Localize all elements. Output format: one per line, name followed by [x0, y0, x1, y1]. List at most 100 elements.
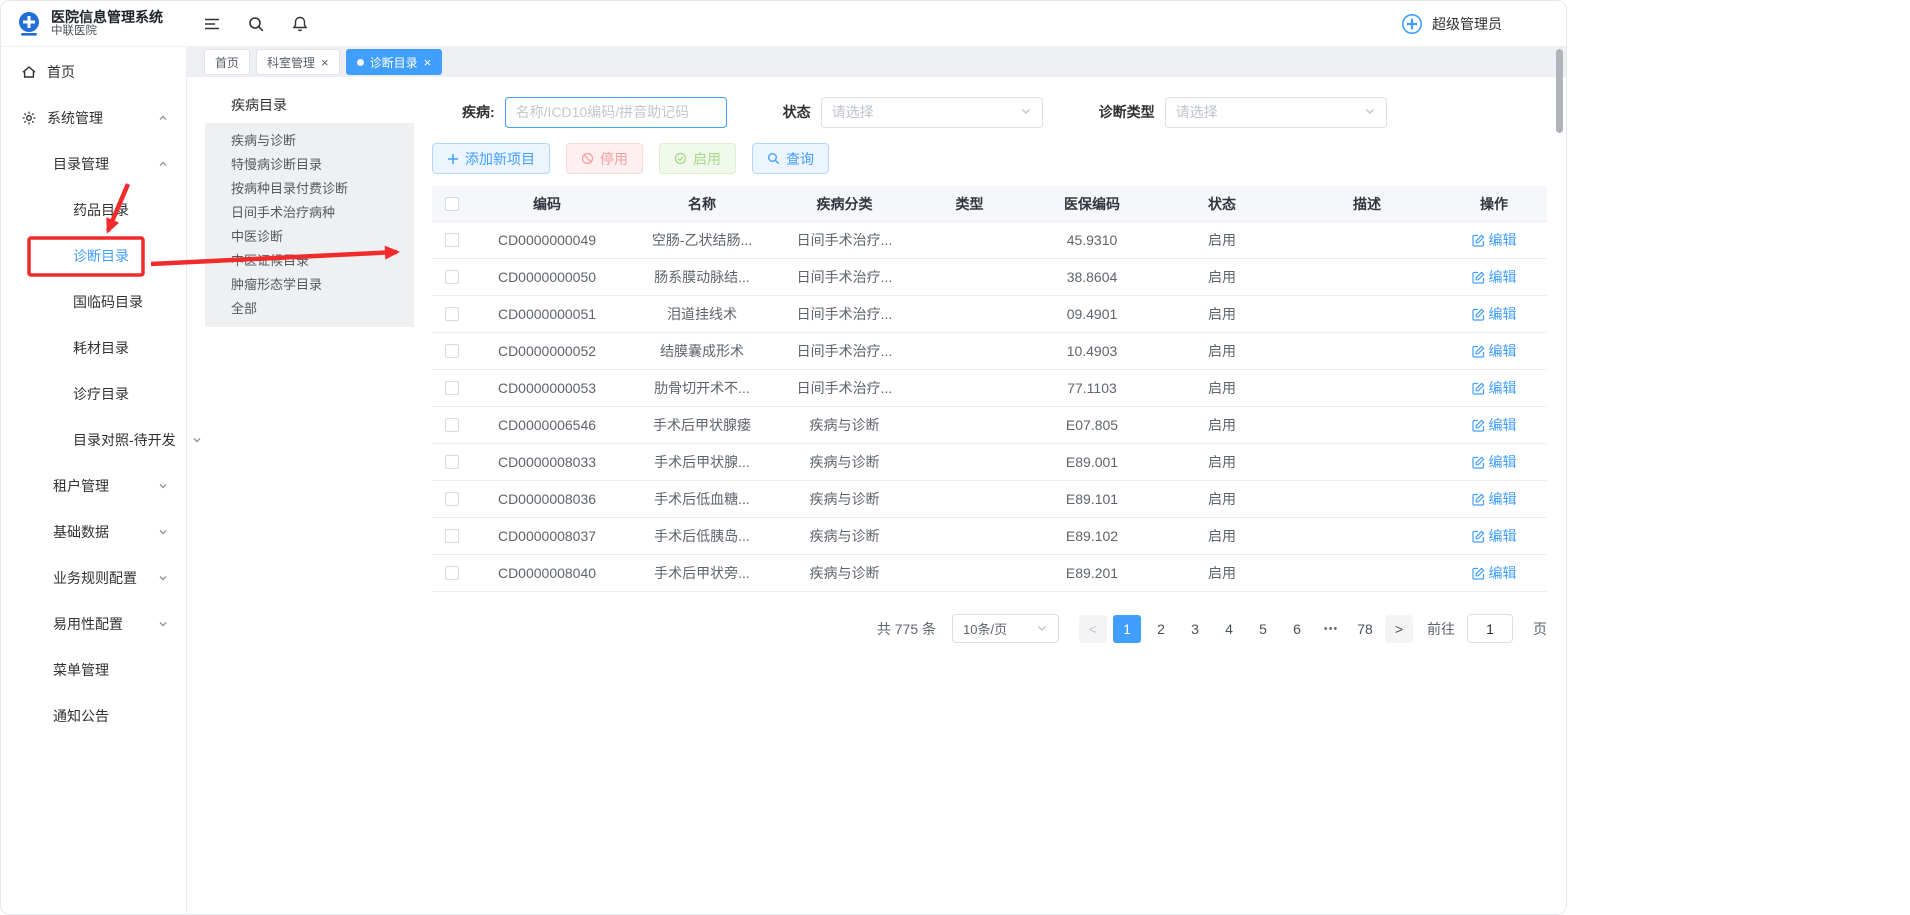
page-number-3[interactable]: 3 [1181, 615, 1209, 643]
menu-icon[interactable] [203, 15, 221, 33]
cell-status: 启用 [1152, 415, 1292, 435]
page-number-1[interactable]: 1 [1113, 615, 1141, 643]
catalog-item[interactable]: 按病种目录付费诊断 [205, 177, 414, 201]
page-number-4[interactable]: 4 [1215, 615, 1243, 643]
edit-button[interactable]: 编辑 [1472, 230, 1517, 250]
sidebar-item-drug-catalog[interactable]: 药品目录 [1, 187, 186, 233]
tab-department-management[interactable]: 科室管理 × [256, 49, 340, 75]
sidebar-item-home[interactable]: 首页 [1, 49, 186, 95]
edit-button[interactable]: 编辑 [1472, 341, 1517, 361]
edit-button[interactable]: 编辑 [1472, 378, 1517, 398]
tab-label: 科室管理 [267, 54, 315, 71]
diagnosis-type-label: 诊断类型 [1099, 102, 1155, 122]
column-header-insurance-code: 医保编码 [1032, 194, 1152, 214]
edit-button[interactable]: 编辑 [1472, 563, 1517, 583]
button-label: 启用 [693, 149, 721, 169]
sidebar-item-notifications[interactable]: 通知公告 [1, 693, 186, 739]
sidebar-item-menu-management[interactable]: 菜单管理 [1, 647, 186, 693]
ban-icon [581, 152, 594, 165]
table-row: CD0000008033 手术后甲状腺... 疾病与诊断 E89.001 启用 [432, 444, 1547, 481]
edit-button[interactable]: 编辑 [1472, 267, 1517, 287]
catalog-item[interactable]: 全部 [205, 297, 414, 321]
edit-button[interactable]: 编辑 [1472, 304, 1517, 324]
sidebar-item-consumables-catalog[interactable]: 耗材目录 [1, 325, 186, 371]
sidebar-item-catalog-management[interactable]: 目录管理 [1, 141, 186, 187]
edit-button[interactable]: 编辑 [1472, 452, 1517, 472]
row-checkbox[interactable] [445, 418, 459, 432]
sidebar-item-national-code-catalog[interactable]: 国临码目录 [1, 279, 186, 325]
sidebar-item-label: 诊疗目录 [73, 384, 129, 404]
goto-page-input[interactable] [1467, 614, 1513, 643]
sidebar-item-label: 基础数据 [53, 522, 109, 542]
cell-name: 结膜囊成形术 [622, 341, 782, 361]
query-button[interactable]: 查询 [752, 143, 829, 174]
row-checkbox[interactable] [445, 492, 459, 506]
page-number-last[interactable]: 78 [1351, 615, 1379, 643]
user-name: 超级管理员 [1432, 14, 1502, 34]
prev-page-button[interactable]: < [1079, 615, 1107, 643]
sidebar-item-business-rules[interactable]: 业务规则配置 [1, 555, 186, 601]
page-number-5[interactable]: 5 [1249, 615, 1277, 643]
sidebar-item-basic-data[interactable]: 基础数据 [1, 509, 186, 555]
button-label: 添加新项目 [465, 149, 535, 169]
total-count: 共 775 条 [877, 619, 936, 639]
row-checkbox[interactable] [445, 381, 459, 395]
disable-button[interactable]: 停用 [566, 143, 643, 174]
edit-icon [1472, 271, 1485, 284]
catalog-item[interactable]: 特慢病诊断目录 [205, 153, 414, 177]
tab-home[interactable]: 首页 [204, 49, 250, 75]
sidebar-item-system-management[interactable]: 系统管理 [1, 95, 186, 141]
page-number-2[interactable]: 2 [1147, 615, 1175, 643]
enable-button[interactable]: 启用 [659, 143, 736, 174]
select-all-checkbox[interactable] [445, 197, 459, 211]
cell-code: CD0000008036 [472, 491, 622, 507]
row-checkbox[interactable] [445, 344, 459, 358]
sidebar-item-treatment-catalog[interactable]: 诊疗目录 [1, 371, 186, 417]
row-checkbox[interactable] [445, 529, 459, 543]
tab-diagnosis-catalog[interactable]: 诊断目录 × [346, 49, 443, 75]
close-icon[interactable]: × [321, 56, 329, 69]
vertical-scrollbar[interactable] [1556, 49, 1563, 133]
status-select[interactable]: 请选择 [821, 97, 1043, 128]
search-icon[interactable] [247, 15, 265, 33]
catalog-item[interactable]: 中医证候目录 [205, 249, 414, 273]
sidebar-item-label: 易用性配置 [53, 614, 123, 634]
tab-bar: 首页 科室管理 × 诊断目录 × [187, 47, 1566, 77]
page-size-select[interactable]: 10条/页 [952, 614, 1059, 643]
sidebar-item-diagnosis-catalog[interactable]: 诊断目录 [1, 233, 186, 279]
catalog-item[interactable]: 疾病与诊断 [205, 129, 414, 153]
catalog-item[interactable]: 日间手术治疗病种 [205, 201, 414, 225]
row-checkbox[interactable] [445, 566, 459, 580]
edit-button[interactable]: 编辑 [1472, 415, 1517, 435]
more-pages-button[interactable]: ••• [1317, 615, 1345, 643]
chevron-down-icon [192, 435, 202, 445]
row-checkbox[interactable] [445, 455, 459, 469]
edit-icon [1472, 419, 1485, 432]
catalog-item[interactable]: 中医诊断 [205, 225, 414, 249]
sidebar-item-catalog-mapping[interactable]: 目录对照-待开发 [1, 417, 186, 463]
catalog-item[interactable]: 肿瘤形态学目录 [205, 273, 414, 297]
add-item-button[interactable]: 添加新项目 [432, 143, 550, 174]
edit-button[interactable]: 编辑 [1472, 526, 1517, 546]
row-checkbox[interactable] [445, 307, 459, 321]
sidebar-item-usability-config[interactable]: 易用性配置 [1, 601, 186, 647]
edit-button[interactable]: 编辑 [1472, 489, 1517, 509]
edit-label: 编辑 [1489, 526, 1517, 546]
page-number-6[interactable]: 6 [1283, 615, 1311, 643]
edit-label: 编辑 [1489, 563, 1517, 583]
sidebar-item-tenant-management[interactable]: 租户管理 [1, 463, 186, 509]
row-checkbox[interactable] [445, 233, 459, 247]
user-menu[interactable]: 超级管理员 [1400, 12, 1566, 36]
active-tab-dot [357, 59, 364, 66]
close-icon[interactable]: × [424, 56, 432, 69]
edit-icon [1472, 456, 1485, 469]
chevron-down-icon [1036, 621, 1048, 637]
next-page-button[interactable]: > [1385, 615, 1413, 643]
disease-search-input[interactable] [505, 97, 727, 128]
bell-icon[interactable] [291, 15, 309, 33]
diagnosis-type-select[interactable]: 请选择 [1165, 97, 1387, 128]
search-icon [767, 152, 780, 165]
row-checkbox[interactable] [445, 270, 459, 284]
sidebar-item-label: 系统管理 [47, 108, 103, 128]
cell-category: 疾病与诊断 [782, 489, 907, 509]
